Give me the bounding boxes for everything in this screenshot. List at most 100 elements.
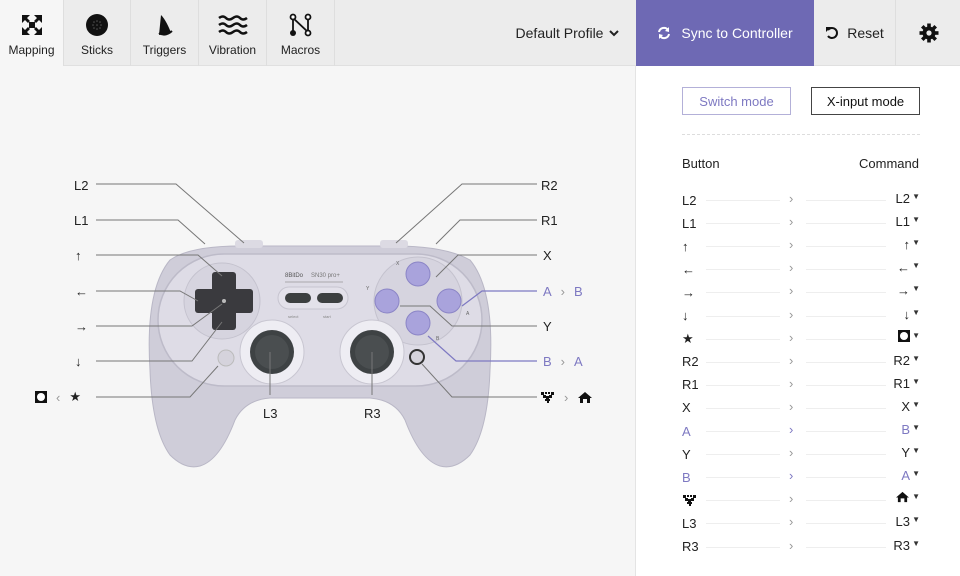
mapping-button: B [682,469,691,485]
chevron-right-icon: › [789,491,794,507]
mapping-button: ↑ [682,238,689,254]
switch-mode-button[interactable]: Switch mode [682,87,791,115]
label-r1: R1 [541,212,558,228]
tab-macros[interactable]: Macros [267,0,335,66]
command-dropdown[interactable] [898,329,910,342]
left-stick [239,319,305,385]
label-l3: L3 [263,405,278,421]
brand-label: 8BitDo [285,273,304,279]
tab-mapping-label: Mapping [8,43,55,57]
macros-icon [289,12,313,38]
xinput-mode-button[interactable]: X-input mode [811,87,920,115]
caret-down-icon[interactable]: ▼ [912,192,920,201]
command-dropdown[interactable]: L2 [896,191,910,206]
row-line [706,454,780,456]
mapping-button: R3 [682,539,699,554]
tab-sticks[interactable]: Sticks [64,0,131,66]
chevron-right-icon: › [789,375,794,391]
command-dropdown[interactable]: ↑ [904,237,911,252]
column-header-button: Button [682,156,720,171]
mapping-button: L1 [682,215,697,231]
chevron-right-icon: › [789,237,794,253]
mapping-button: Y [682,446,691,462]
tab-mapping[interactable]: Mapping [0,0,64,67]
mapping-row: A › B ▼ [682,421,922,441]
caret-down-icon[interactable]: ▼ [912,331,920,340]
label-x: X [543,247,552,263]
command-dropdown[interactable]: ← [897,260,910,275]
chevron-right-icon: › [789,468,794,484]
command-dropdown[interactable]: R1 [893,376,910,391]
caret-down-icon[interactable]: ▼ [912,354,920,363]
row-line [806,200,886,201]
row-line [806,292,886,294]
row-line [706,246,780,248]
label-dpad-up: ↑ [75,247,82,263]
caret-down-icon[interactable]: ▼ [912,400,920,409]
caret-down-icon[interactable]: ▼ [912,261,920,270]
start-label: start [323,314,332,319]
mapping-button: ★ [682,330,694,346]
mapping-row: L3 › L3 ▼ [682,513,922,533]
row-line [806,546,886,548]
command-dropdown[interactable]: R2 [893,353,910,368]
label-dpad-left: ← [75,283,88,299]
row-line [706,477,780,479]
mapping-button: A [682,423,691,439]
row-line [806,454,886,456]
mapping-row: R2 › R2 ▼ [682,352,922,372]
star-button [217,349,235,367]
mapping-row: ← › ← ▼ [682,259,922,279]
reset-button[interactable]: Reset [814,0,896,66]
profile-dropdown[interactable]: Default Profile [500,0,635,66]
label-dpad-right: → [75,318,88,334]
command-dropdown[interactable]: → [897,283,910,298]
row-line [806,361,886,363]
caret-down-icon[interactable]: ▼ [912,377,920,386]
column-header-command: Command [859,156,919,171]
mapping-button: → [682,284,695,300]
mapping-diagram-area: 8BitDo SN30 pro+ select start XYAB L2 L1… [0,66,635,576]
sticks-icon [85,12,109,38]
tab-triggers[interactable]: Triggers [131,0,199,66]
row-line [806,315,886,317]
command-dropdown[interactable]: B [901,422,910,437]
mapping-row: ↑ › ↑ ▼ [682,236,922,256]
caret-down-icon[interactable]: ▼ [912,308,920,317]
row-line [806,500,886,502]
caret-down-icon[interactable]: ▼ [912,215,920,224]
settings-button[interactable] [897,0,960,66]
command-dropdown[interactable]: Y [901,445,910,460]
caret-down-icon[interactable]: ▼ [912,423,920,432]
command-dropdown[interactable]: R3 [893,538,910,553]
mapping-row: → › → ▼ [682,282,922,302]
mapping-row: X › X ▼ [682,398,922,418]
caret-down-icon[interactable]: ▼ [912,539,920,548]
tab-vibration[interactable]: Vibration [199,0,267,66]
command-dropdown[interactable] [895,491,910,503]
row-line [706,292,780,294]
sync-icon [658,26,671,40]
caret-down-icon[interactable]: ▼ [912,284,920,293]
command-dropdown[interactable]: ↓ [904,307,911,322]
command-dropdown[interactable]: L3 [896,514,910,529]
mapping-button: R1 [682,377,699,393]
tab-vibration-label: Vibration [208,43,257,57]
caret-down-icon[interactable]: ▼ [912,238,920,247]
row-line [806,246,886,248]
divider [682,134,920,135]
command-dropdown[interactable]: X [901,399,910,414]
row-line [706,361,780,363]
sync-to-controller-button[interactable]: Sync to Controller [636,0,814,66]
chevron-right-icon: › [789,537,794,553]
caret-down-icon[interactable]: ▼ [912,492,920,501]
row-line [806,477,886,479]
caret-down-icon[interactable]: ▼ [912,446,920,455]
command-dropdown[interactable]: A [901,468,910,483]
caret-down-icon[interactable]: ▼ [912,469,920,478]
caret-down-icon[interactable]: ▼ [912,515,920,524]
command-dropdown[interactable]: L1 [896,214,910,229]
row-line [706,546,780,548]
label-l2: L2 [74,177,89,193]
label-r2: R2 [541,177,558,193]
